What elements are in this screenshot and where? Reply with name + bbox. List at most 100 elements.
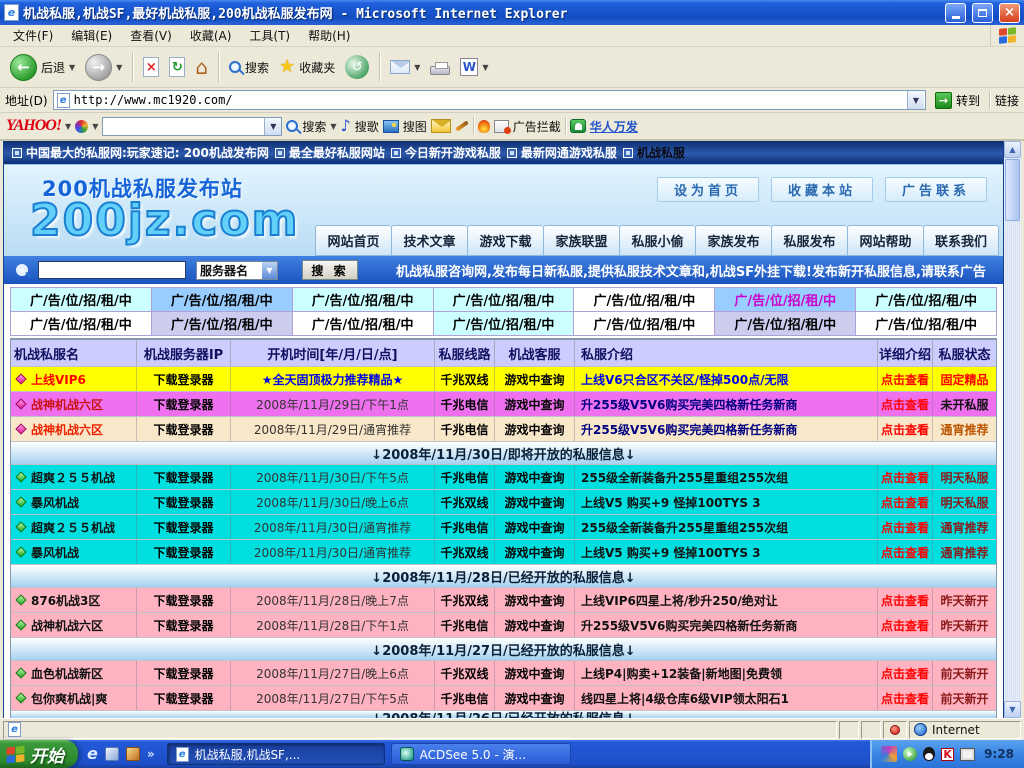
nav-tab[interactable]: 私服发布 — [771, 225, 847, 256]
download-link-cell[interactable]: 下载登录器 — [137, 661, 231, 685]
detail-link-cell[interactable]: 点击查看 — [878, 367, 933, 391]
yahoo-search-input[interactable]: ▼ — [102, 117, 282, 136]
ad-slot[interactable]: 广/告/位/招/租/中 — [433, 287, 575, 312]
site-logo[interactable]: 200jz.com — [30, 195, 299, 246]
menu-item[interactable]: 帮助(H) — [299, 25, 359, 46]
download-link-cell[interactable]: 下载登录器 — [137, 367, 231, 391]
tray-qq-icon[interactable] — [923, 747, 935, 761]
back-dropdown-icon[interactable]: ▼ — [69, 63, 75, 72]
server-search-input[interactable] — [38, 261, 186, 279]
favorites-button[interactable]: ★ 收藏夹 — [275, 56, 339, 78]
links-label[interactable]: 链接 — [995, 92, 1019, 109]
server-name-cell[interactable]: 血色机战新区 — [11, 661, 137, 685]
title-bar[interactable]: e 机战私服,机战SF,最好机战私服,200机战私服发布网 - Microsof… — [0, 0, 1024, 25]
nav-tab[interactable]: 联系我们 — [923, 225, 999, 256]
detail-link-cell[interactable]: 点击查看 — [878, 515, 933, 539]
menu-item[interactable]: 工具(T) — [240, 25, 299, 46]
server-name-cell[interactable]: 战神机战六区 — [11, 613, 137, 637]
ad-slot[interactable]: 广/告/位/招/租/中 — [714, 287, 856, 312]
server-name-cell[interactable]: 战神机战六区 — [11, 417, 137, 441]
server-name-cell[interactable]: 超爽２５５机战 — [11, 465, 137, 489]
download-link-cell[interactable]: 下载登录器 — [137, 686, 231, 710]
ad-slot[interactable]: 广/告/位/招/租/中 — [292, 287, 434, 312]
yahoo-input-dropdown[interactable]: ▼ — [264, 118, 281, 135]
ad-slot[interactable]: 广/告/位/招/租/中 — [855, 311, 997, 336]
tray-kaspersky-icon[interactable]: K — [941, 748, 954, 761]
detail-link-cell[interactable]: 点击查看 — [878, 661, 933, 685]
server-name-cell[interactable]: 暴风机战 — [11, 540, 137, 564]
ad-slot[interactable]: 广/告/位/招/租/中 — [855, 287, 997, 312]
yahoo-search-dropdown[interactable]: ▼ — [330, 122, 336, 131]
tray-ime-icon[interactable] — [960, 748, 975, 761]
quicklaunch-more-chevron[interactable]: » — [147, 747, 155, 761]
pinwheel-dropdown-icon[interactable]: ▼ — [92, 122, 98, 131]
ad-slot[interactable]: 广/告/位/招/租/中 — [10, 311, 152, 336]
ad-slot[interactable]: 广/告/位/招/租/中 — [714, 311, 856, 336]
stop-button[interactable]: × — [139, 55, 163, 79]
quicklaunch-desktop-icon[interactable] — [105, 747, 119, 761]
download-link-cell[interactable]: 下载登录器 — [137, 588, 231, 612]
minimize-button[interactable] — [945, 3, 966, 23]
download-link-cell[interactable]: 下载登录器 — [137, 540, 231, 564]
close-button[interactable]: × — [999, 3, 1020, 23]
refresh-button[interactable]: ↻ — [165, 55, 189, 79]
brush-icon[interactable] — [455, 120, 469, 131]
scroll-down-button[interactable]: ▼ — [1004, 701, 1021, 718]
ad-slot[interactable]: 广/告/位/招/租/中 — [433, 311, 575, 336]
server-name-cell[interactable]: 876机战3区 — [11, 588, 137, 612]
yahoo-dropdown-icon[interactable]: ▼ — [65, 122, 71, 131]
back-button[interactable]: ← 后退 ▼ — [6, 52, 79, 83]
server-name-cell[interactable]: 包你爽机战|爽 — [11, 686, 137, 710]
detail-link-cell[interactable]: 点击查看 — [878, 417, 933, 441]
menu-item[interactable]: 编辑(E) — [62, 25, 121, 46]
download-link-cell[interactable]: 下载登录器 — [137, 490, 231, 514]
yahoo-logo[interactable]: YAHOO! — [6, 117, 61, 135]
scroll-up-button[interactable]: ▲ — [1004, 141, 1021, 158]
detail-link-cell[interactable]: 点击查看 — [878, 465, 933, 489]
menu-item[interactable]: 查看(V) — [121, 25, 181, 46]
search-button[interactable]: 搜索 — [225, 57, 273, 78]
start-button[interactable]: 开始 — [0, 740, 78, 768]
edit-word-button[interactable]: W ▼ — [456, 56, 492, 78]
header-button[interactable]: 收藏本站 — [771, 177, 873, 202]
ad-slot[interactable]: 广/告/位/招/租/中 — [573, 287, 715, 312]
address-input[interactable]: e http://www.mc1920.com/ ▼ — [53, 90, 926, 110]
fire-icon[interactable] — [478, 120, 490, 133]
download-link-cell[interactable]: 下载登录器 — [137, 613, 231, 637]
yahoo-song-label[interactable]: 搜歌 — [355, 118, 379, 135]
ad-slot[interactable]: 广/告/位/招/租/中 — [292, 311, 434, 336]
nav-tab[interactable]: 网站首页 — [315, 225, 391, 256]
mail-button[interactable]: ▼ — [386, 58, 424, 76]
menu-item[interactable]: 收藏(A) — [181, 25, 241, 46]
task-button-ie[interactable]: e 机战私服,机战SF,... — [167, 743, 385, 765]
address-dropdown-button[interactable]: ▼ — [907, 91, 924, 109]
pinwheel-icon[interactable] — [75, 120, 88, 133]
server-name-cell[interactable]: 超爽２５５机战 — [11, 515, 137, 539]
print-button[interactable] — [426, 58, 454, 77]
mail-dropdown-icon[interactable]: ▼ — [414, 63, 420, 72]
go-button[interactable]: → 转到 — [931, 91, 984, 110]
nav-tab[interactable]: 技术文章 — [391, 225, 467, 256]
quicklaunch-ie-icon[interactable]: e — [87, 746, 98, 762]
taskbar-app-icon[interactable] — [881, 746, 897, 762]
nav-tab[interactable]: 家族联盟 — [543, 225, 619, 256]
ad-slot[interactable]: 广/告/位/招/租/中 — [10, 287, 152, 312]
word-dropdown-icon[interactable]: ▼ — [482, 63, 488, 72]
detail-link-cell[interactable]: 点击查看 — [878, 490, 933, 514]
download-link-cell[interactable]: 下载登录器 — [137, 392, 231, 416]
scroll-thumb[interactable] — [1005, 159, 1020, 221]
server-name-cell[interactable]: 上线VIP6 — [11, 367, 137, 391]
scroll-track[interactable] — [1004, 222, 1021, 701]
yahoo-search-label[interactable]: 搜索 — [302, 118, 326, 135]
server-name-cell[interactable]: 战神机战六区 — [11, 392, 137, 416]
server-name-cell[interactable]: 暴风机战 — [11, 490, 137, 514]
quicklaunch-app-icon[interactable] — [126, 747, 140, 761]
download-link-cell[interactable]: 下载登录器 — [137, 417, 231, 441]
server-search-button[interactable]: 搜 索 — [302, 260, 358, 280]
yahoo-image-label[interactable]: 搜图 — [403, 118, 427, 135]
header-button[interactable]: 设为首页 — [657, 177, 759, 202]
home-button[interactable]: ⌂ — [191, 55, 212, 79]
history-button[interactable]: ↺ — [341, 53, 373, 81]
detail-link-cell[interactable]: 点击查看 — [878, 392, 933, 416]
tray-media-icon[interactable]: ▶ — [903, 747, 917, 761]
